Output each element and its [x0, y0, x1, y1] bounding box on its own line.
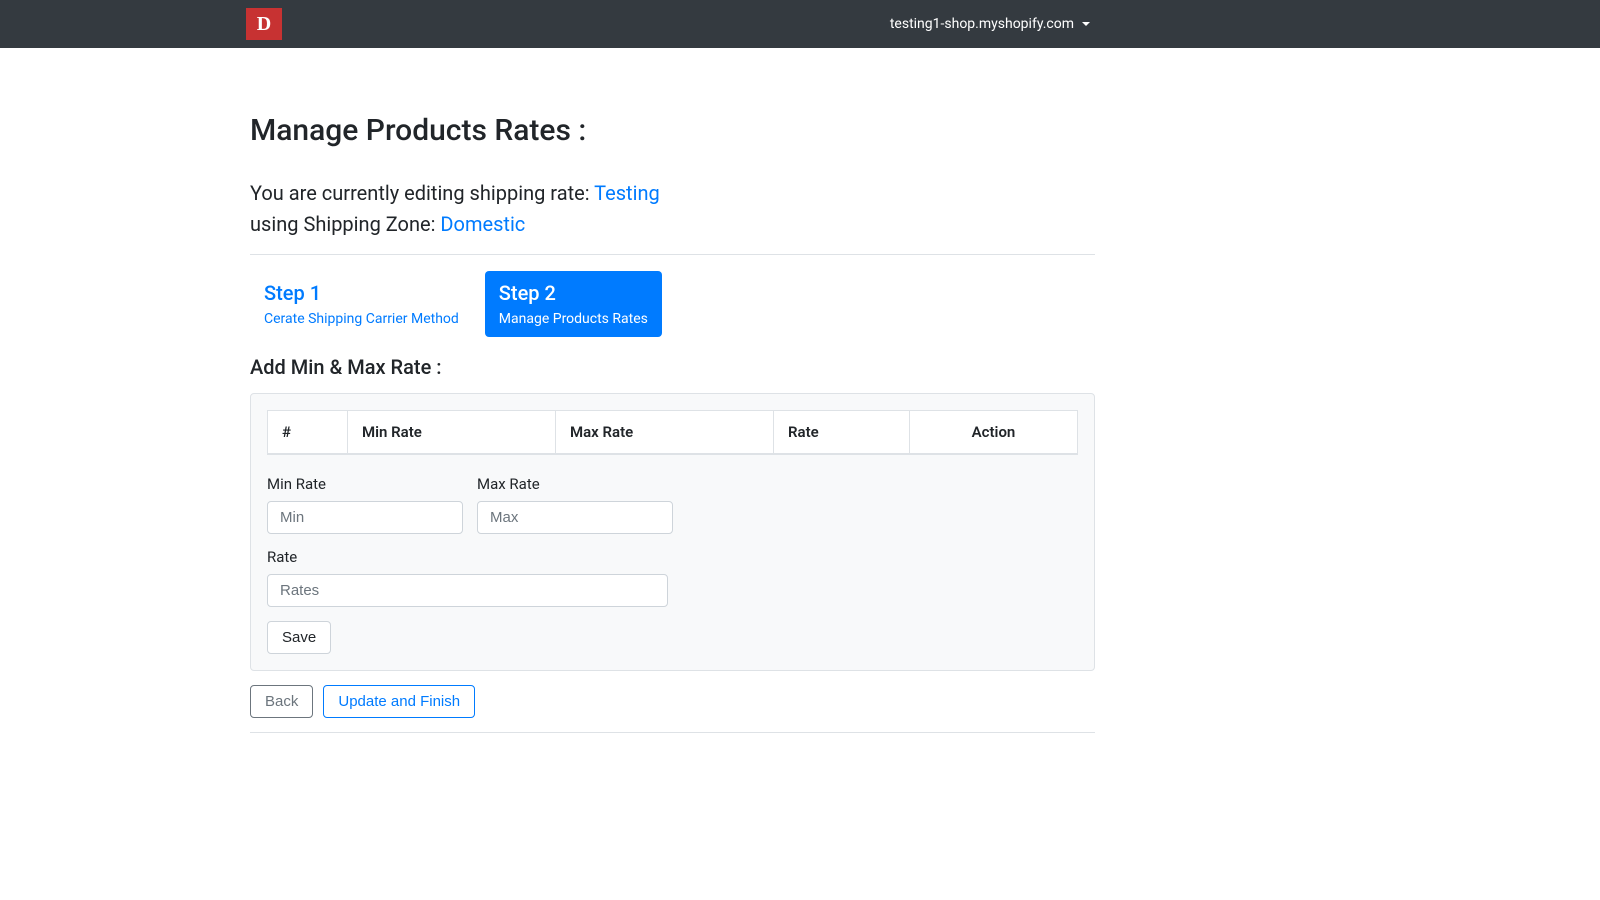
- table-header-row: # Min Rate Max Rate Rate Action: [268, 411, 1077, 454]
- col-action: Action: [910, 411, 1077, 454]
- rate-form-card: # Min Rate Max Rate Rate Action Min Rate…: [250, 393, 1095, 671]
- step-1-subtitle: Cerate Shipping Carrier Method: [264, 311, 459, 327]
- steps-nav: Step 1 Cerate Shipping Carrier Method St…: [250, 271, 1095, 337]
- shop-domain-dropdown[interactable]: testing1-shop.myshopify.com: [890, 16, 1090, 32]
- rate-input[interactable]: [267, 574, 668, 607]
- app-logo[interactable]: D: [246, 8, 282, 40]
- zone-prefix: using Shipping Zone:: [250, 212, 440, 236]
- footer-buttons: Back Update and Finish: [250, 685, 1095, 718]
- divider: [250, 254, 1095, 255]
- max-rate-label: Max Rate: [477, 475, 673, 493]
- step-2[interactable]: Step 2 Manage Products Rates: [485, 271, 662, 337]
- rate-table: # Min Rate Max Rate Rate Action: [267, 410, 1078, 455]
- max-rate-group: Max Rate: [477, 475, 673, 534]
- context-prefix: You are currently editing shipping rate:: [250, 181, 594, 205]
- section-title: Add Min & Max Rate :: [250, 355, 1095, 379]
- step-1[interactable]: Step 1 Cerate Shipping Carrier Method: [250, 271, 473, 337]
- rate-row: Rate: [267, 548, 1078, 607]
- top-navbar: D testing1-shop.myshopify.com: [0, 0, 1600, 48]
- col-max-rate: Max Rate: [556, 411, 774, 454]
- min-rate-input[interactable]: [267, 501, 463, 534]
- min-rate-group: Min Rate: [267, 475, 463, 534]
- shop-domain-label: testing1-shop.myshopify.com: [890, 16, 1074, 32]
- zone-name-link[interactable]: Domestic: [440, 212, 525, 236]
- logo-text: D: [257, 13, 271, 36]
- max-rate-input[interactable]: [477, 501, 673, 534]
- page-title: Manage Products Rates :: [250, 113, 1095, 148]
- save-button[interactable]: Save: [267, 621, 331, 654]
- caret-down-icon: [1082, 22, 1090, 26]
- context-info: You are currently editing shipping rate:…: [250, 178, 1095, 240]
- rate-label: Rate: [267, 548, 668, 566]
- footer-divider: [250, 732, 1095, 733]
- back-button[interactable]: Back: [250, 685, 313, 718]
- min-max-row: Min Rate Max Rate: [267, 475, 1078, 534]
- step-2-subtitle: Manage Products Rates: [499, 311, 648, 327]
- min-rate-label: Min Rate: [267, 475, 463, 493]
- col-rate: Rate: [774, 411, 910, 454]
- col-index: #: [268, 411, 348, 454]
- col-min-rate: Min Rate: [348, 411, 556, 454]
- step-2-title: Step 2: [499, 281, 648, 305]
- step-1-title: Step 1: [264, 281, 459, 305]
- rate-name-link[interactable]: Testing: [594, 181, 660, 205]
- update-finish-button[interactable]: Update and Finish: [323, 685, 475, 718]
- rate-group: Rate: [267, 548, 668, 607]
- main-container: Manage Products Rates : You are currentl…: [250, 113, 1095, 733]
